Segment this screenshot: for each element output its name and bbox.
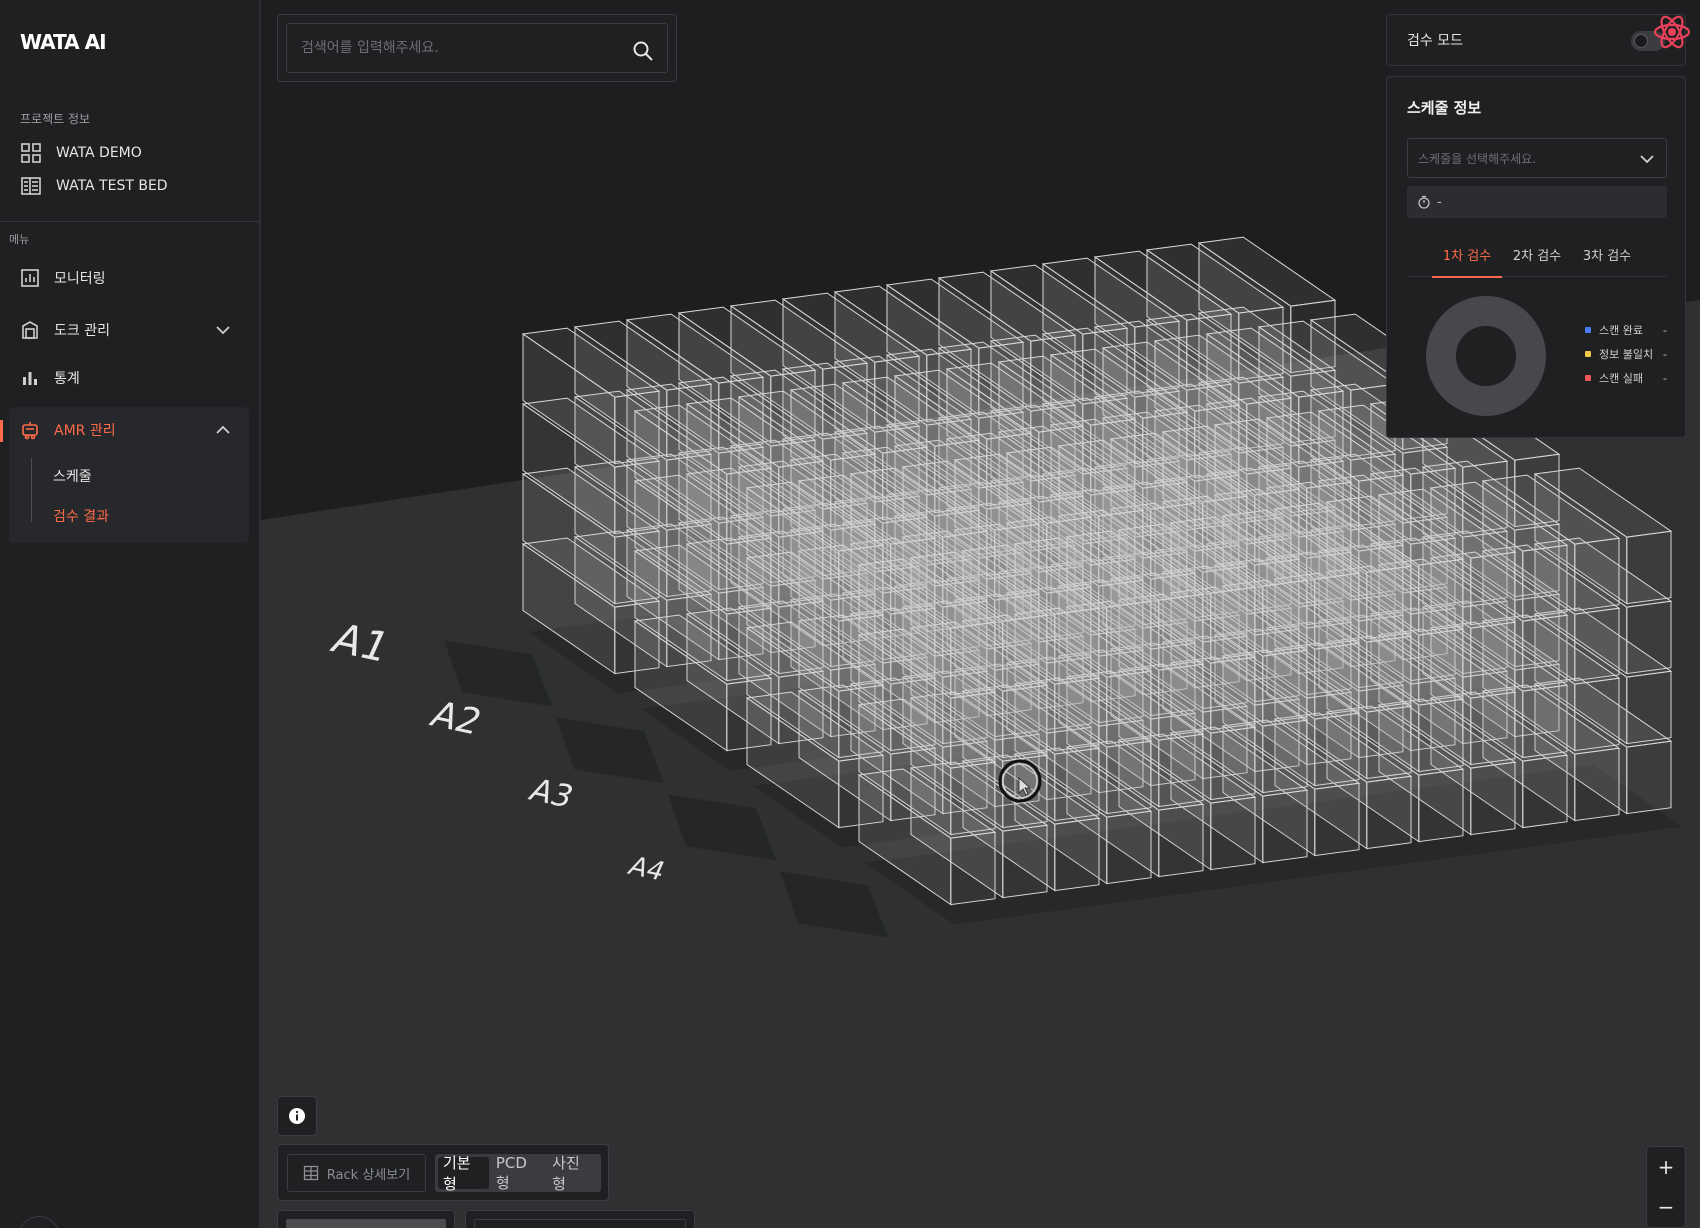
search-container (277, 14, 677, 82)
sidebar: WATA AI 프로젝트 정보 WATA DEMO WATA TEST BED … (0, 0, 260, 1228)
sidebar-item-amr[interactable]: AMR 관리 (20, 410, 242, 450)
zoom-out-button[interactable]: − (1647, 1187, 1685, 1227)
submenu-line (31, 458, 32, 522)
schedule-select[interactable]: 스케줄을 선택해주세요. (1407, 138, 1667, 178)
sidebar-item-monitoring[interactable]: 모니터링 (20, 258, 242, 298)
zoom-controls: + − (1646, 1146, 1686, 1228)
bottom-panel-bar (474, 1219, 686, 1228)
legend-label: 정보 불일치 (1599, 348, 1654, 361)
robot-icon (22, 422, 38, 440)
bar-chart-icon (23, 372, 37, 385)
avatar[interactable] (18, 1216, 60, 1228)
chevron-down-icon[interactable] (214, 321, 232, 339)
sidebar-item-dock[interactable]: 도크 관리 (20, 310, 242, 350)
rack-detail-label: Rack 상세보기 (326, 1167, 411, 1183)
bottom-panel-1 (277, 1210, 455, 1228)
legend-item: 스캔 완료 - (1585, 318, 1675, 342)
legend-dot (1585, 327, 1591, 333)
legend-item: 스캔 실패 - (1585, 366, 1675, 390)
toggle-knob (1634, 34, 1648, 48)
info-button[interactable] (277, 1096, 317, 1136)
project-item-wata-demo[interactable]: WATA DEMO (20, 138, 142, 168)
rack-icon (303, 1165, 318, 1181)
sidebar-subitem-inspection-result[interactable]: 검수 결과 (53, 506, 109, 526)
project-section-label: 프로젝트 정보 (20, 112, 91, 126)
schedule-select-placeholder: 스케줄을 선택해주세요. (1418, 151, 1537, 166)
tab-first-inspection[interactable]: 1차 검수 (1432, 231, 1502, 278)
brand-logo[interactable]: WATA AI (20, 30, 107, 54)
legend-dot (1585, 375, 1591, 381)
search-icon[interactable] (631, 39, 655, 63)
grid-icon (21, 143, 41, 163)
view-mode-pcd[interactable]: PCD형 (491, 1154, 545, 1192)
inspection-mode-label: 검수 모드 (1407, 33, 1463, 49)
tab-second-inspection[interactable]: 2차 검수 (1502, 231, 1572, 277)
legend-value: - (1663, 371, 1667, 385)
view-mode-photo[interactable]: 사진형 (547, 1154, 598, 1193)
sidebar-item-label: 모니터링 (54, 271, 106, 287)
zoom-in-button[interactable]: + (1647, 1147, 1685, 1187)
timer-icon (1418, 195, 1430, 209)
view-mode-basic[interactable]: 기본형 (438, 1154, 489, 1193)
inspection-tabs: 1차 검수 2차 검수 3차 검수 (1407, 231, 1667, 278)
schedule-time-value: - (1437, 194, 1442, 210)
sidebar-item-label: AMR 관리 (54, 423, 116, 439)
sidebar-item-label: 통계 (54, 371, 80, 387)
dock-icon (22, 321, 38, 339)
sidebar-divider (0, 221, 260, 222)
react-devtools-icon[interactable] (1652, 12, 1692, 52)
legend-value: - (1663, 323, 1667, 337)
donut-legend: 스캔 완료 - 정보 불일치 - 스캔 실패 - (1585, 318, 1675, 390)
tab-third-inspection[interactable]: 3차 검수 (1572, 231, 1642, 277)
building-icon (21, 177, 41, 195)
inspection-donut-chart (1426, 296, 1546, 416)
view-mode-panel: Rack 상세보기 기본형 PCD형 사진형 (277, 1144, 609, 1201)
project-item-wata-test-bed[interactable]: WATA TEST BED (20, 171, 168, 201)
chevron-down-icon (1640, 155, 1654, 164)
project-item-label: WATA TEST BED (56, 178, 168, 194)
schedule-title: 스케줄 정보 (1407, 99, 1482, 117)
project-item-label: WATA DEMO (56, 145, 142, 161)
legend-dot (1585, 351, 1591, 357)
legend-label: 스캔 실패 (1599, 372, 1643, 385)
schedule-time: - (1407, 186, 1667, 218)
menu-section-label: 메뉴 (9, 233, 30, 246)
legend-value: - (1663, 347, 1667, 361)
active-indicator (0, 420, 3, 442)
rack-detail-button[interactable]: Rack 상세보기 (287, 1154, 426, 1192)
search-box (286, 23, 668, 73)
sidebar-item-label: 도크 관리 (54, 323, 110, 339)
chevron-up-icon[interactable] (214, 421, 232, 439)
app-root: WATA AI 프로젝트 정보 WATA DEMO WATA TEST BED … (0, 0, 1700, 1228)
legend-label: 스캔 완료 (1599, 324, 1643, 337)
bottom-panel-2 (465, 1210, 695, 1228)
search-input[interactable] (287, 24, 667, 72)
info-icon (289, 1108, 305, 1124)
view-mode-segmented: 기본형 PCD형 사진형 (435, 1154, 601, 1193)
sidebar-subitem-schedule[interactable]: 스케줄 (53, 466, 92, 486)
bottom-panel-bar (286, 1219, 446, 1228)
schedule-panel: 스케줄 정보 스케줄을 선택해주세요. - 1차 검수 2차 검수 3차 검수 … (1386, 76, 1686, 438)
chart-square-icon (21, 269, 39, 287)
sidebar-item-statistics[interactable]: 통계 (20, 358, 242, 398)
inspection-mode-panel: 검수 모드 (1386, 14, 1686, 66)
legend-item: 정보 불일치 - (1585, 342, 1675, 366)
